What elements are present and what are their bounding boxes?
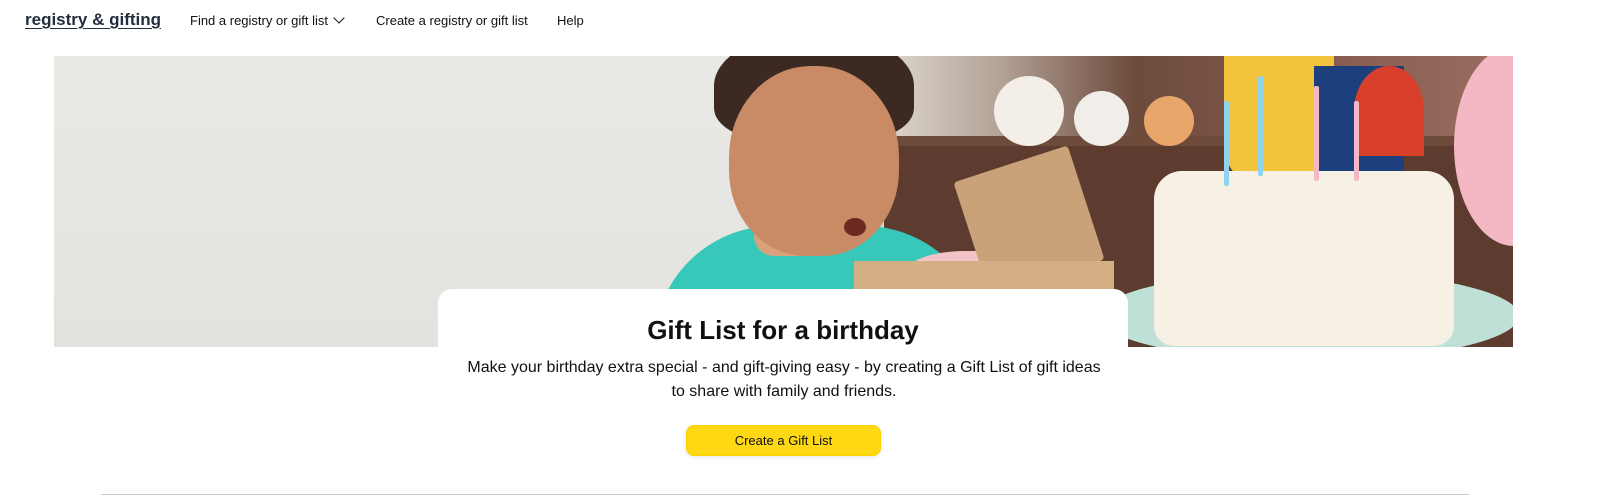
hero-candle [1258,76,1263,176]
help-link[interactable]: Help [557,13,584,28]
top-navigation: registry & gifting Find a registry or gi… [0,0,1600,44]
hero-decor [994,76,1064,146]
hero-decor [1074,91,1129,146]
find-registry-label: Find a registry or gift list [190,13,328,28]
page-description: Make your birthday extra special - and g… [467,359,1101,400]
hero-decor [1144,96,1194,146]
hero-candle [1354,101,1359,181]
hero-candle [1314,86,1319,181]
create-registry-link[interactable]: Create a registry or gift list [376,13,528,28]
registry-gifting-home-link[interactable]: registry & gifting [25,10,161,30]
page-title: Gift List for a birthday [647,315,919,345]
hero-child-mouth [844,218,866,236]
create-gift-list-button[interactable]: Create a Gift List [686,425,881,456]
hero-candle [1224,101,1229,186]
find-registry-dropdown[interactable]: Find a registry or gift list [190,12,345,28]
chevron-down-icon [333,12,345,24]
hero-decor [1354,66,1424,156]
hero-child-face [729,66,899,256]
section-divider [101,494,1469,495]
